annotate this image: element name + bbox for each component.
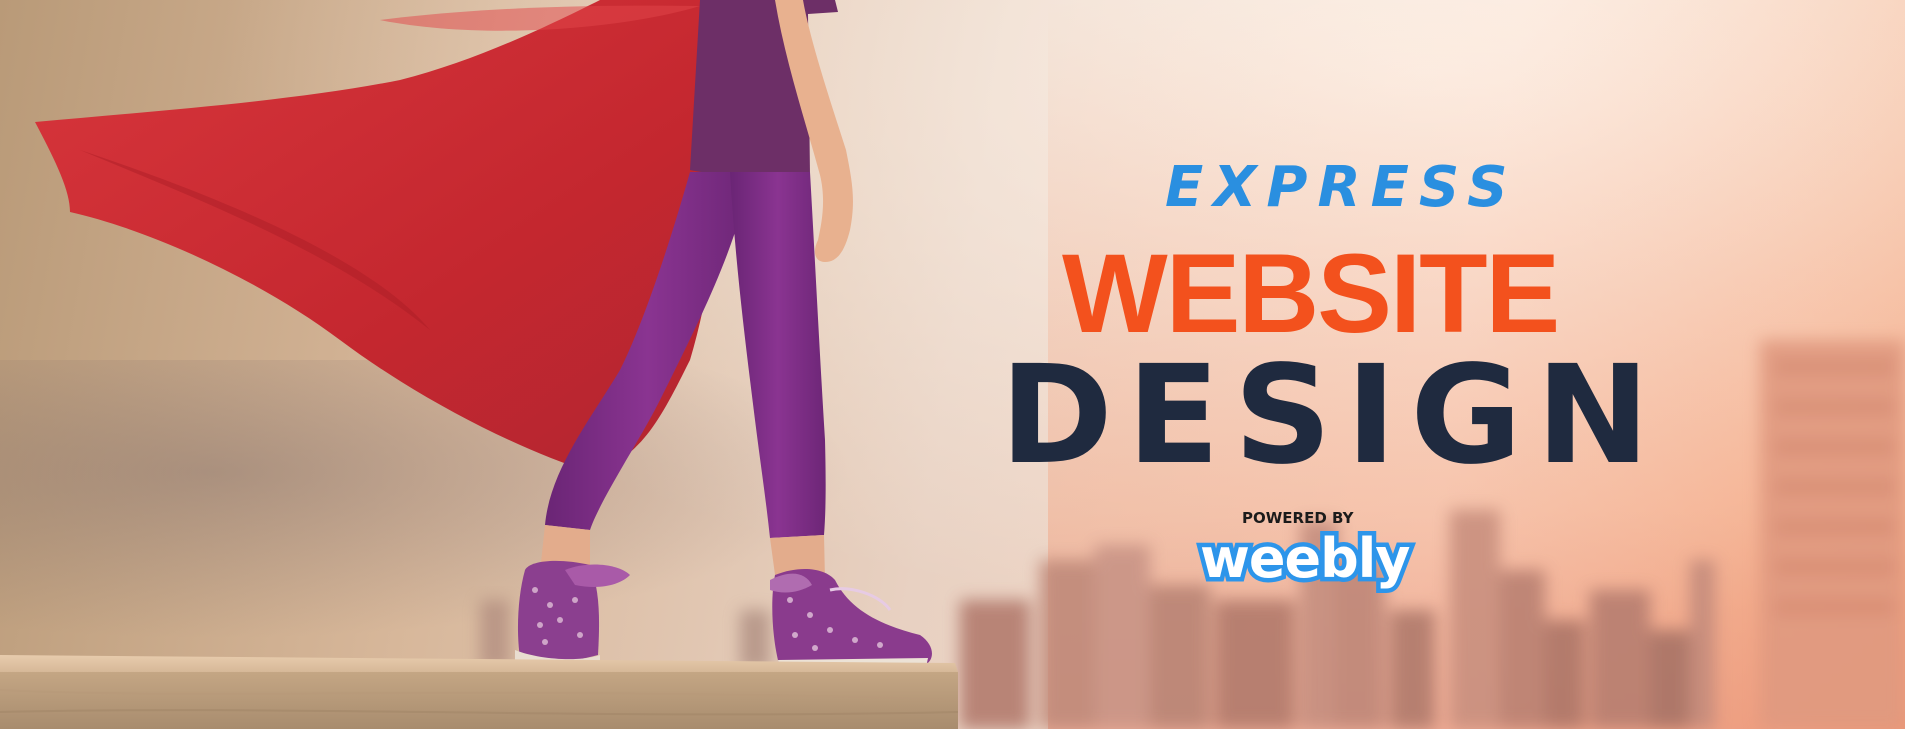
weebly-logo: weebly (1196, 524, 1415, 594)
headline-line-website: WEBSITE (1062, 231, 1560, 356)
stone-ledge (0, 655, 959, 729)
weebly-logo-text: weebly (1196, 527, 1415, 590)
left-sneaker (515, 560, 630, 668)
headline-line-design: DESIGN (1000, 337, 1664, 495)
right-leg (730, 172, 826, 538)
hero-banner: EXPRESS WEBSITE DESIGN POWERED BY weebly (0, 0, 1905, 729)
brand-word-express: EXPRESS (1165, 155, 1518, 220)
right-sneaker (770, 568, 932, 672)
